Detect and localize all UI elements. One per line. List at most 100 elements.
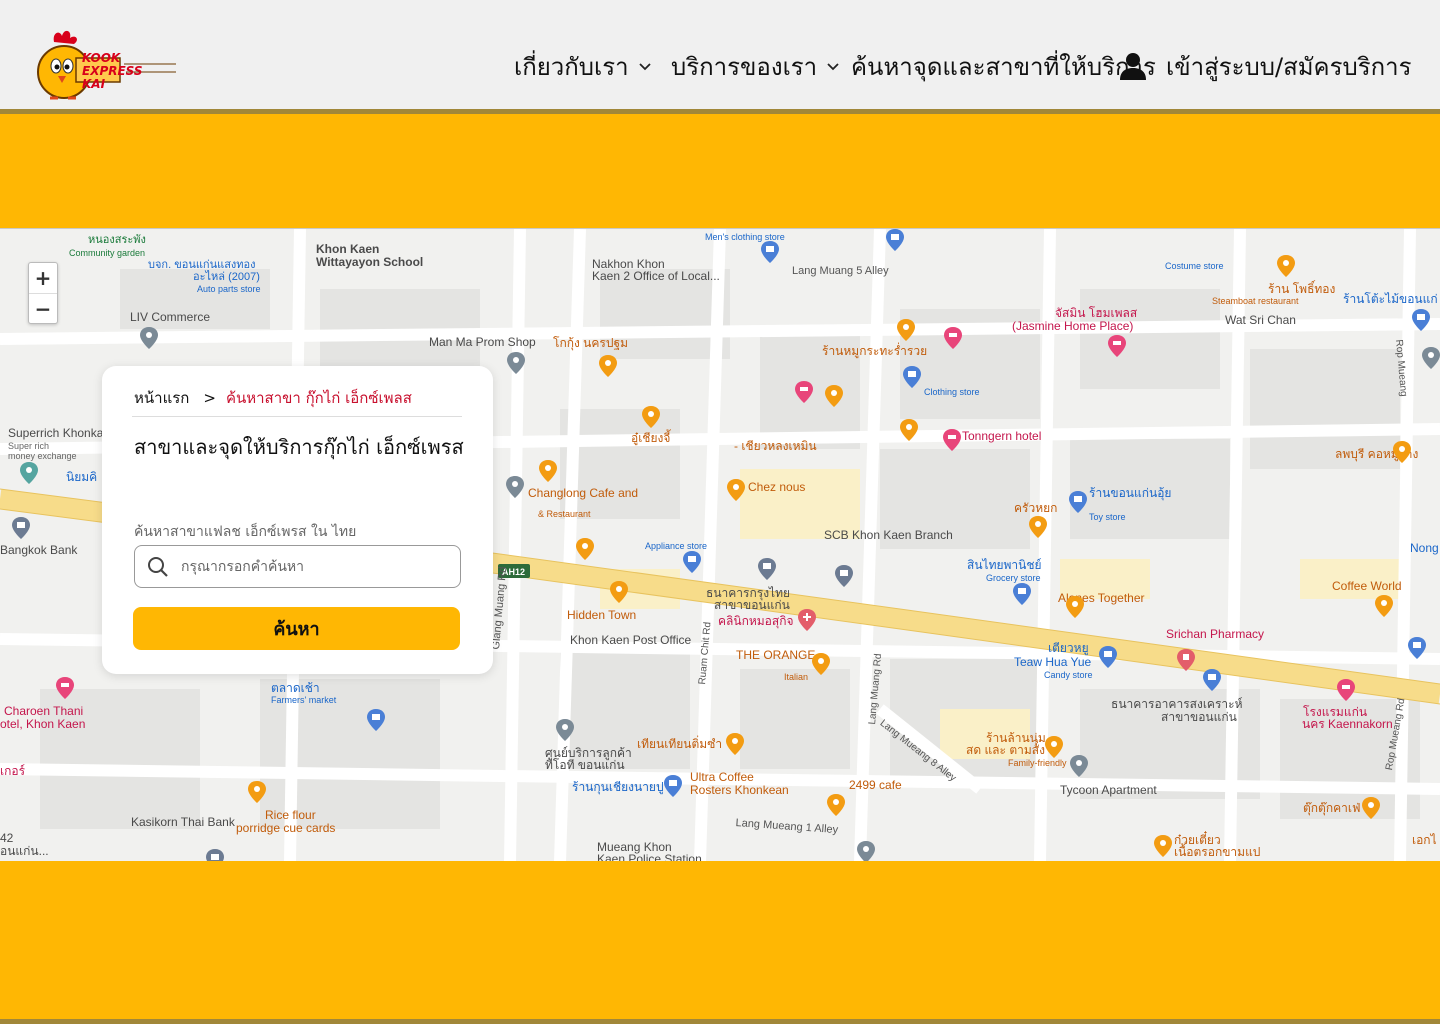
map-label: money exchange: [8, 451, 77, 461]
map-label: Nong: [1410, 541, 1439, 555]
breadcrumb-current: ค้นหาสาขา กุ๊กไก่ เอ็กซ์เพลส: [225, 389, 412, 407]
chevron-down-icon: [827, 63, 839, 71]
map-label: Tycoon Apartment: [1060, 783, 1157, 797]
map-label: ตลาดเช้า: [271, 681, 320, 695]
restaurant-pin-icon[interactable]: [1154, 835, 1172, 857]
shopping-pin-icon[interactable]: [1069, 491, 1087, 513]
restaurant-pin-icon[interactable]: [599, 355, 617, 377]
restaurant-pin-icon[interactable]: [642, 406, 660, 428]
shopping-pin-icon[interactable]: [903, 366, 921, 388]
restaurant-pin-icon[interactable]: [576, 538, 594, 560]
map-label: Steamboat restaurant: [1212, 296, 1299, 306]
hotel-pin-icon[interactable]: [943, 429, 961, 451]
place-pin-icon[interactable]: [20, 462, 38, 484]
place-pin-icon[interactable]: [1422, 347, 1440, 369]
search-button[interactable]: ค้นหา: [133, 607, 460, 650]
map-label: Community garden: [69, 248, 146, 258]
nav-about-label: เกี่ยวกับเรา: [514, 52, 629, 81]
map-label: ร้านกุนเชียงนายปู: [572, 780, 664, 794]
hotel-pin-icon[interactable]: [1337, 679, 1355, 701]
map-label: ครัวหยก: [1014, 501, 1058, 515]
map-label: Farmers' market: [271, 695, 337, 705]
map-label: Tonngern hotel: [962, 429, 1042, 443]
restaurant-pin-icon[interactable]: [539, 460, 557, 482]
restaurant-pin-icon[interactable]: [900, 419, 918, 441]
map-label: อะไหล่ (2007): [193, 271, 260, 283]
nav-find-branch[interactable]: ค้นหาจุดและสาขาที่ให้บริการ: [851, 46, 1156, 86]
restaurant-pin-icon[interactable]: [248, 781, 266, 803]
bank-pin-icon[interactable]: [835, 565, 853, 587]
search-box: [134, 545, 461, 588]
map-label: Wittayayon School: [316, 255, 424, 269]
logo-line1: KOOK EXPRESS: [82, 51, 143, 78]
hero-band: [0, 114, 1440, 228]
map-label: ร้านหมูกระทะร่ำรวย: [822, 344, 928, 358]
restaurant-pin-icon[interactable]: [726, 733, 744, 755]
place-pin-icon[interactable]: [507, 352, 525, 374]
restaurant-pin-icon[interactable]: [727, 479, 745, 501]
shopping-pin-icon[interactable]: [683, 551, 701, 573]
hotel-pin-icon[interactable]: [56, 677, 74, 699]
restaurant-pin-icon[interactable]: [1045, 736, 1063, 758]
shopping-pin-icon[interactable]: [664, 775, 682, 797]
restaurant-pin-icon[interactable]: [1393, 441, 1411, 463]
restaurant-pin-icon[interactable]: [1375, 595, 1393, 617]
nav-login[interactable]: เข้าสู่ระบบ/สมัครบริการ: [1118, 46, 1412, 86]
shopping-pin-icon[interactable]: [1013, 583, 1031, 605]
nav-services[interactable]: บริการของเรา: [671, 46, 841, 86]
shopping-pin-icon[interactable]: [1099, 646, 1117, 668]
restaurant-pin-icon[interactable]: [1362, 797, 1380, 819]
restaurant-pin-icon[interactable]: [1277, 255, 1295, 277]
shopping-pin-icon[interactable]: [1203, 669, 1221, 691]
map-label: Toy store: [1089, 512, 1126, 522]
map-label: เตียวหยู: [1048, 641, 1089, 655]
map-label: สด และ ตามสั่ง: [966, 743, 1045, 757]
shopping-pin-icon[interactable]: [367, 709, 385, 731]
hotel-pin-icon[interactable]: [1108, 335, 1126, 357]
zoom-in-button[interactable]: +: [29, 263, 57, 294]
restaurant-pin-icon[interactable]: [897, 319, 915, 341]
clinic-pin-icon[interactable]: [798, 609, 816, 631]
shopping-pin-icon[interactable]: [1408, 637, 1426, 659]
map-label: 2499 cafe: [849, 778, 902, 792]
restaurant-pin-icon[interactable]: [825, 385, 843, 407]
map-label: SCB Khon Kaen Branch: [824, 528, 953, 542]
map-label: Rosters Khonkean: [690, 783, 789, 797]
breadcrumb: หน้าแรก > ค้นหาสาขา กุ๊กไก่ เอ็กซ์เพลส: [134, 386, 412, 410]
hotel-pin-icon[interactable]: [795, 381, 813, 403]
bank-pin-icon[interactable]: [12, 517, 30, 539]
kook-express-kai-logo[interactable]: KOOK EXPRESS KAI: [36, 28, 178, 102]
map-label: Lang Muang 5 Alley: [792, 265, 889, 277]
place-pin-icon[interactable]: [140, 327, 158, 349]
place-pin-icon[interactable]: [556, 719, 574, 741]
pharmacy-pin-icon[interactable]: [1177, 649, 1195, 671]
place-pin-icon[interactable]: [857, 841, 875, 863]
shopping-pin-icon[interactable]: [886, 229, 904, 251]
map-label: ร้านขอนแก่นอุ้ย: [1089, 486, 1172, 500]
map-label: Bangkok Bank: [0, 543, 78, 557]
bank-pin-icon[interactable]: [758, 558, 776, 580]
restaurant-pin-icon[interactable]: [827, 794, 845, 816]
shopping-pin-icon[interactable]: [1412, 309, 1430, 331]
shopping-pin-icon[interactable]: [761, 241, 779, 263]
restaurant-pin-icon[interactable]: [1066, 596, 1084, 618]
map-label: - เชียวหลงเหมิน: [734, 439, 817, 453]
zoom-out-button[interactable]: −: [29, 294, 57, 324]
map-label: คลินิกหมอสุกิจ: [718, 614, 794, 628]
restaurant-pin-icon[interactable]: [1029, 516, 1047, 538]
place-pin-icon[interactable]: [506, 476, 524, 498]
place-pin-icon[interactable]: [1070, 755, 1088, 777]
nav-services-label: บริการของเรา: [671, 52, 818, 81]
map-label: Candy store: [1044, 670, 1093, 680]
footer-line: [0, 1019, 1440, 1024]
breadcrumb-home[interactable]: หน้าแรก: [134, 389, 189, 407]
restaurant-pin-icon[interactable]: [610, 581, 628, 603]
restaurant-pin-icon[interactable]: [812, 653, 830, 675]
hotel-pin-icon[interactable]: [944, 327, 962, 349]
map-label: Kasikorn Thai Bank: [131, 815, 235, 829]
map-label: Wat Sri Chan: [1225, 313, 1296, 327]
map-label: เกอร์: [0, 764, 26, 778]
branch-search-card: หน้าแรก > ค้นหาสาขา กุ๊กไก่ เอ็กซ์เพลส สาข…: [102, 366, 493, 674]
nav-about[interactable]: เกี่ยวกับเรา: [514, 46, 653, 86]
search-input[interactable]: [179, 550, 453, 584]
